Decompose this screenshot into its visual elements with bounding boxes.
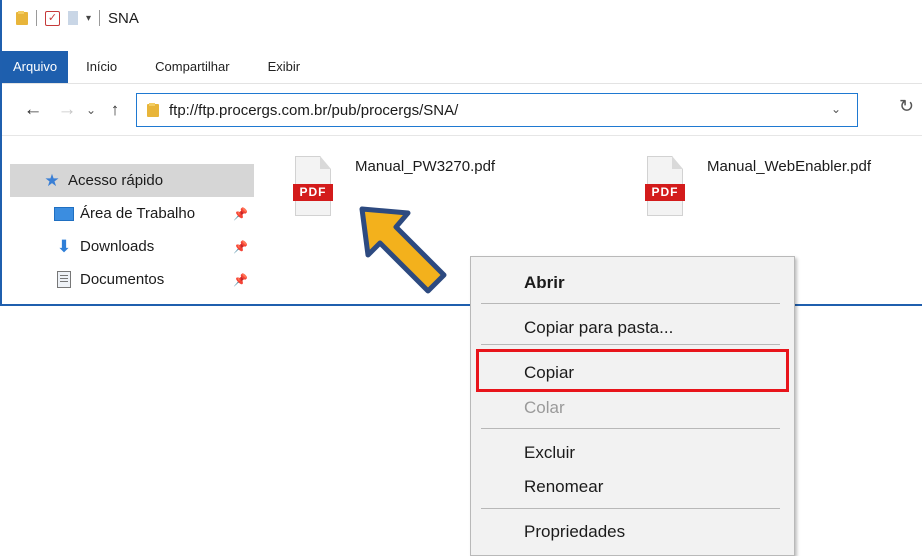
menu-divider — [481, 344, 780, 345]
star-icon: ★ — [44, 170, 60, 190]
sidebar-item-acesso-rapido[interactable]: ★ Acesso rápido — [10, 164, 254, 197]
pdf-file-icon: PDF — [645, 156, 687, 218]
pin-icon[interactable]: 📌 — [233, 207, 248, 221]
sidebar-item-label: Downloads — [80, 238, 155, 255]
menu-divider — [481, 508, 780, 509]
menu-divider — [481, 303, 780, 304]
tab-exibir[interactable]: Exibir — [250, 51, 319, 83]
highlight-box — [476, 349, 789, 392]
folder-icon — [147, 103, 159, 117]
sidebar-item-documentos[interactable]: Documentos 📌 — [10, 263, 254, 296]
divider — [99, 10, 101, 26]
forward-arrow-icon[interactable]: → — [54, 99, 80, 121]
context-menu: Abrir Copiar para pasta... Copiar Colar … — [470, 256, 795, 556]
navigation-bar: ← → ⌄ ↑ ftp://ftp.procergs.com.br/pub/pr… — [2, 85, 922, 136]
sidebar-item-area-de-trabalho[interactable]: Área de Trabalho 📌 — [10, 197, 254, 230]
divider — [36, 10, 37, 26]
menu-divider — [481, 428, 780, 429]
pin-icon[interactable]: 📌 — [233, 240, 248, 254]
up-arrow-icon[interactable]: ↑ — [102, 100, 128, 120]
folder-icon — [16, 11, 28, 25]
menu-item-copiar-para-pasta[interactable]: Copiar para pasta... — [524, 318, 673, 338]
window-title: SNA — [108, 9, 139, 27]
pdf-file-icon: PDF — [293, 156, 335, 218]
address-dropdown-chevron-icon[interactable]: ⌄ — [831, 102, 841, 116]
sidebar-item-label: Área de Trabalho — [80, 205, 196, 222]
sidebar-item-label: Documentos — [80, 271, 165, 288]
menu-item-renomear[interactable]: Renomear — [524, 477, 603, 497]
menu-item-propriedades[interactable]: Propriedades — [524, 522, 625, 542]
refresh-icon[interactable]: ↻ — [899, 96, 914, 117]
back-arrow-icon[interactable]: ← — [20, 99, 46, 121]
address-bar[interactable]: ftp://ftp.procergs.com.br/pub/procergs/S… — [136, 93, 858, 127]
menu-item-abrir[interactable]: Abrir — [524, 273, 565, 293]
documents-icon-wrap — [54, 271, 74, 289]
quick-access-toolbar: ✓ ▾ — [16, 10, 108, 26]
recent-locations-chevron-icon[interactable]: ⌄ — [80, 103, 102, 117]
title-bar: ✓ ▾ SNA — [2, 0, 922, 36]
menu-item-colar[interactable]: Colar — [524, 398, 565, 418]
ribbon-tabs: Arquivo Início Compartilhar Exibir — [2, 51, 922, 84]
desktop-icon — [54, 206, 74, 221]
annotation-arrow — [359, 206, 447, 294]
sidebar-item-label: Acesso rápido — [68, 172, 164, 189]
tab-inicio[interactable]: Início — [68, 51, 135, 83]
properties-check-icon[interactable]: ✓ — [45, 10, 60, 26]
menu-item-excluir[interactable]: Excluir — [524, 443, 575, 463]
sidebar-item-downloads[interactable]: ⬇ Downloads 📌 — [10, 230, 254, 263]
file-name: Manual_WebEnabler.pdf — [707, 158, 872, 175]
documents-icon — [57, 271, 71, 288]
address-path: ftp://ftp.procergs.com.br/pub/procergs/S… — [169, 101, 459, 119]
file-item-manual-webenabler[interactable]: PDF Manual_WebEnabler.pdf — [645, 156, 871, 218]
customize-quick-access-dropdown[interactable]: ▾ — [86, 13, 91, 24]
pdf-badge: PDF — [645, 184, 685, 201]
tab-arquivo[interactable]: Arquivo — [2, 51, 69, 83]
new-folder-icon[interactable] — [68, 11, 78, 25]
pdf-badge: PDF — [293, 184, 333, 201]
pin-icon[interactable]: 📌 — [233, 273, 248, 287]
tab-compartilhar[interactable]: Compartilhar — [135, 51, 249, 83]
desktop-icon-wrap — [54, 205, 74, 223]
download-arrow-icon: ⬇ — [56, 236, 72, 256]
navigation-pane: ★ Acesso rápido Área de Trabalho 📌 ⬇ Dow… — [10, 164, 254, 296]
